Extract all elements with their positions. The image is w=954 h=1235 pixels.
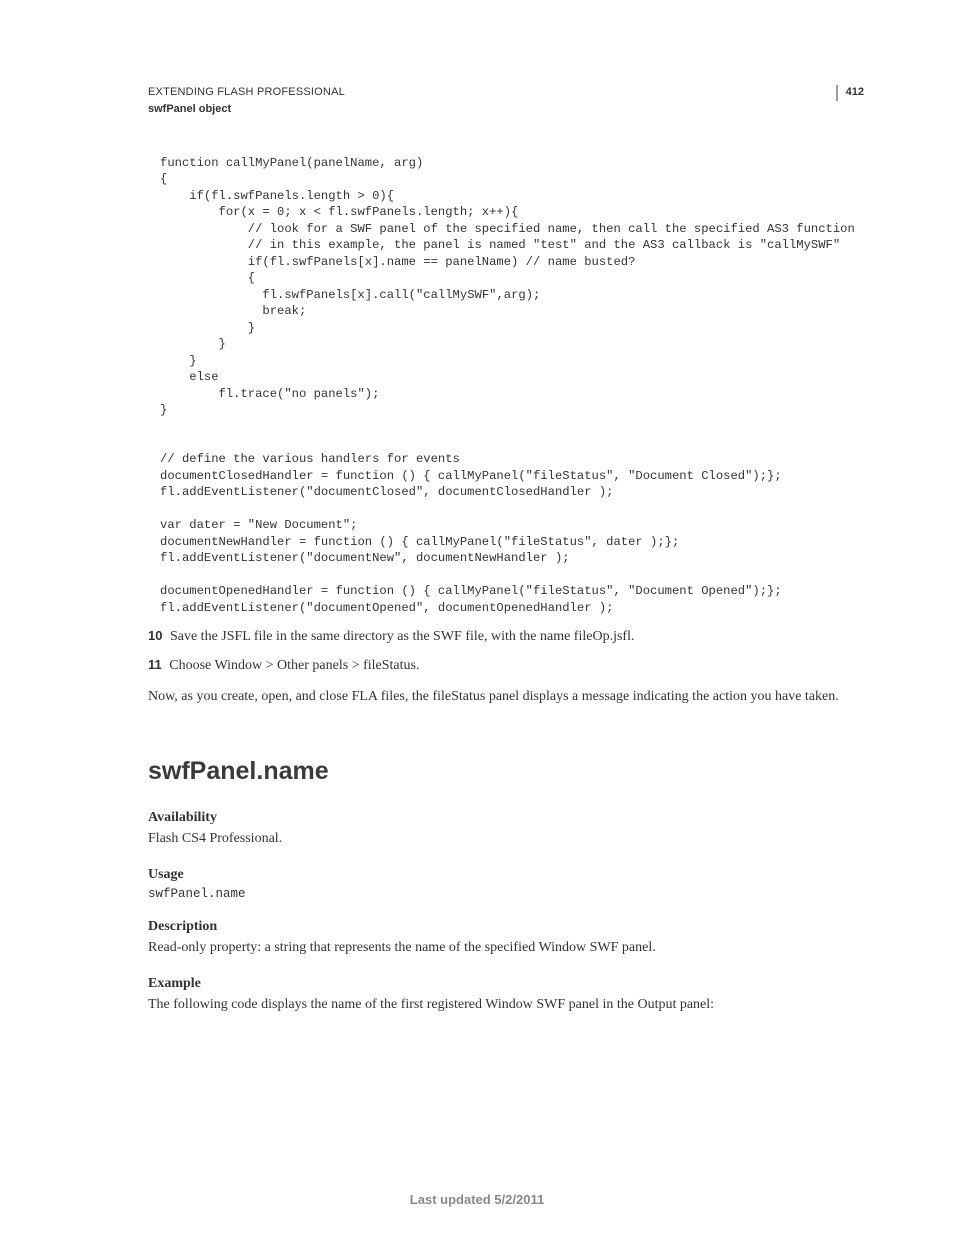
- step-text: Save the JSFL file in the same directory…: [170, 629, 635, 644]
- step-11: 11 Choose Window > Other panels > fileSt…: [148, 655, 864, 676]
- description-text: Read-only property: a string that repres…: [148, 937, 864, 958]
- usage-code: swfPanel.name: [148, 887, 864, 901]
- description-label: Description: [148, 919, 864, 935]
- page-number: 412: [836, 85, 864, 101]
- header-left: EXTENDING FLASH PROFESSIONAL swfPanel ob…: [148, 85, 345, 118]
- example-label: Example: [148, 976, 864, 992]
- step-10: 10 Save the JSFL file in the same direct…: [148, 626, 864, 647]
- step-text: Choose Window > Other panels > fileStatu…: [169, 658, 419, 673]
- page-footer: Last updated 5/2/2011: [0, 1192, 954, 1207]
- availability-label: Availability: [148, 810, 864, 826]
- step-number: 11: [148, 657, 162, 672]
- header-title: EXTENDING FLASH PROFESSIONAL: [148, 85, 345, 100]
- step-number: 10: [148, 628, 162, 643]
- section-heading: swfPanel.name: [148, 757, 864, 786]
- closing-paragraph: Now, as you create, open, and close FLA …: [148, 686, 864, 707]
- header-subtitle: swfPanel object: [148, 102, 345, 117]
- usage-label: Usage: [148, 867, 864, 883]
- example-text: The following code displays the name of …: [148, 994, 864, 1015]
- page-header: EXTENDING FLASH PROFESSIONAL swfPanel ob…: [148, 85, 864, 118]
- availability-text: Flash CS4 Professional.: [148, 828, 864, 849]
- page-content: function callMyPanel(panelName, arg) { i…: [148, 155, 864, 1019]
- code-block: function callMyPanel(panelName, arg) { i…: [160, 155, 864, 616]
